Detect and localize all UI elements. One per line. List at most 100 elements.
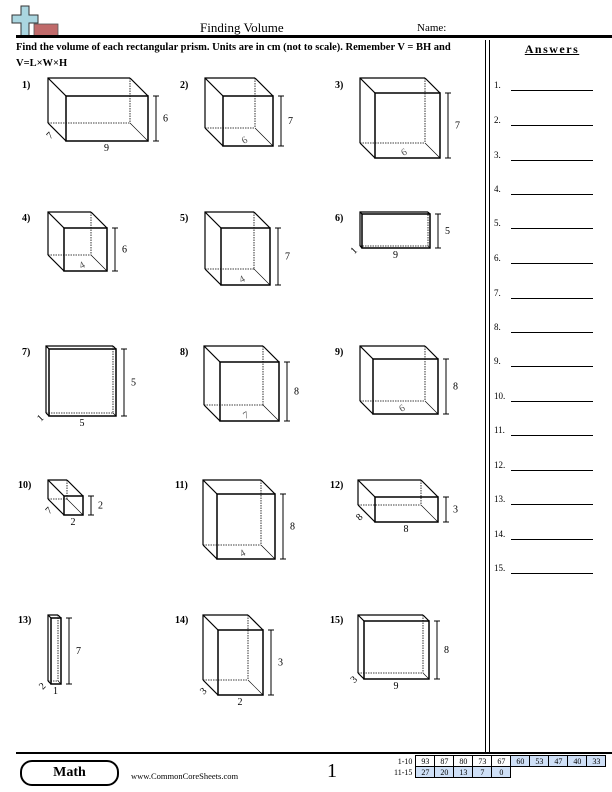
problem-number: 10)	[18, 480, 32, 491]
worksheet-title: Finding Volume	[200, 20, 284, 35]
prism-edges	[359, 211, 431, 249]
answer-blank[interactable]	[511, 228, 593, 229]
answer-row[interactable]: 8.	[494, 322, 604, 336]
rectangular-prism-figure: 3 8 8	[354, 479, 458, 535]
rectangular-prism-figure: 3 3 2	[198, 614, 283, 708]
answer-blank[interactable]	[511, 401, 593, 402]
depth-edge	[420, 479, 439, 498]
width-label: 4	[237, 274, 247, 286]
hidden-edge	[262, 404, 280, 422]
answer-row[interactable]: 12.	[494, 460, 604, 474]
depth-edge	[424, 345, 439, 360]
depth-edge	[359, 345, 374, 360]
answer-row[interactable]: 2.	[494, 115, 604, 129]
height-dimension	[112, 227, 118, 272]
answer-row[interactable]: 5.	[494, 218, 604, 232]
height-label: 7	[285, 252, 290, 263]
width-label: 1	[35, 413, 46, 424]
prism-edges	[204, 77, 274, 147]
depth-edge	[262, 345, 280, 363]
header-rule	[16, 35, 612, 38]
front-face	[65, 95, 149, 142]
score-key-cell: 93	[415, 755, 436, 767]
answer-blank[interactable]	[511, 504, 593, 505]
height-label: 5	[131, 378, 136, 389]
depth-edge	[202, 479, 218, 495]
score-key-cell: 47	[548, 755, 569, 767]
site-link[interactable]: www.CommonCoreSheets.com	[131, 771, 238, 781]
width-label: 6	[399, 147, 409, 159]
answer-number: 8.	[494, 322, 501, 332]
height-dimension	[268, 629, 274, 696]
depth-edge	[357, 614, 365, 622]
answer-row[interactable]: 11.	[494, 425, 604, 439]
answer-row[interactable]: 6.	[494, 253, 604, 267]
depth-edge	[204, 268, 222, 286]
name-label: Name:	[417, 22, 447, 34]
answer-row[interactable]: 13.	[494, 494, 604, 508]
answer-row[interactable]: 3.	[494, 150, 604, 164]
answer-blank[interactable]	[511, 194, 593, 195]
score-key: 1-10 93 87 80 73 67 60 53 47 40 33 11-15 27 20 13 7 0	[392, 755, 607, 778]
answer-blank[interactable]	[511, 366, 593, 367]
back-edge	[357, 479, 421, 505]
width-label: 6	[240, 135, 250, 147]
back-edge	[359, 345, 425, 401]
answer-blank[interactable]	[511, 160, 593, 161]
answer-row[interactable]: 9.	[494, 356, 604, 370]
hidden-edge	[422, 672, 430, 680]
rectangular-prism-figure: 74	[204, 211, 290, 286]
height-dimension	[121, 348, 127, 417]
height-label: 5	[445, 226, 450, 237]
answer-blank[interactable]	[511, 539, 593, 540]
rectangular-prism-figure: 8 3 9	[349, 614, 449, 692]
answer-number: 9.	[494, 356, 501, 366]
answer-blank[interactable]	[511, 263, 593, 264]
width-label: 3	[349, 674, 360, 685]
hidden-edge	[90, 254, 108, 272]
height-dimension	[280, 493, 286, 560]
answer-blank[interactable]	[511, 125, 593, 126]
length-label: 9	[394, 681, 399, 692]
problem-number: 13)	[18, 615, 32, 626]
score-key-cell: 53	[529, 755, 550, 767]
footer-rule	[16, 752, 612, 754]
answer-blank[interactable]	[511, 470, 593, 471]
depth-edge	[357, 672, 365, 680]
width-label: 7	[45, 130, 56, 141]
answer-blank[interactable]	[511, 573, 593, 574]
score-key-cell: 73	[472, 755, 493, 767]
height-dimension	[284, 361, 290, 422]
answer-row[interactable]: 14.	[494, 529, 604, 543]
height-dimension	[153, 95, 159, 142]
answer-row[interactable]: 1.	[494, 80, 604, 94]
depth-edge	[66, 479, 84, 497]
depth-edge	[359, 400, 374, 415]
answer-blank[interactable]	[511, 298, 593, 299]
front-face	[220, 227, 271, 286]
problem-number: 15)	[330, 615, 344, 626]
depth-edge	[47, 254, 65, 272]
answer-row[interactable]: 10.	[494, 391, 604, 405]
answer-row[interactable]: 15.	[494, 563, 604, 577]
width-label: 7	[44, 505, 55, 516]
answer-row[interactable]: 7.	[494, 288, 604, 302]
score-key-row: 1-10 93 87 80 73 67 60 53 47 40 33	[392, 755, 607, 767]
answers-heading: Answers	[524, 42, 580, 56]
depth-edge	[90, 211, 108, 229]
height-dimension	[443, 358, 449, 415]
answer-blank[interactable]	[511, 90, 593, 91]
front-face	[363, 620, 430, 680]
score-key-cell: 20	[434, 766, 455, 778]
answer-number: 1.	[494, 80, 501, 90]
width-label: 4	[238, 548, 248, 560]
answer-blank[interactable]	[511, 332, 593, 333]
answer-blank[interactable]	[511, 435, 593, 436]
front-face	[374, 496, 439, 523]
answer-row[interactable]: 4.	[494, 184, 604, 198]
depth-edge	[359, 77, 376, 94]
front-face	[48, 348, 117, 417]
prism-edges	[203, 345, 280, 422]
hidden-edge	[247, 679, 264, 696]
depth-edge	[202, 614, 219, 631]
